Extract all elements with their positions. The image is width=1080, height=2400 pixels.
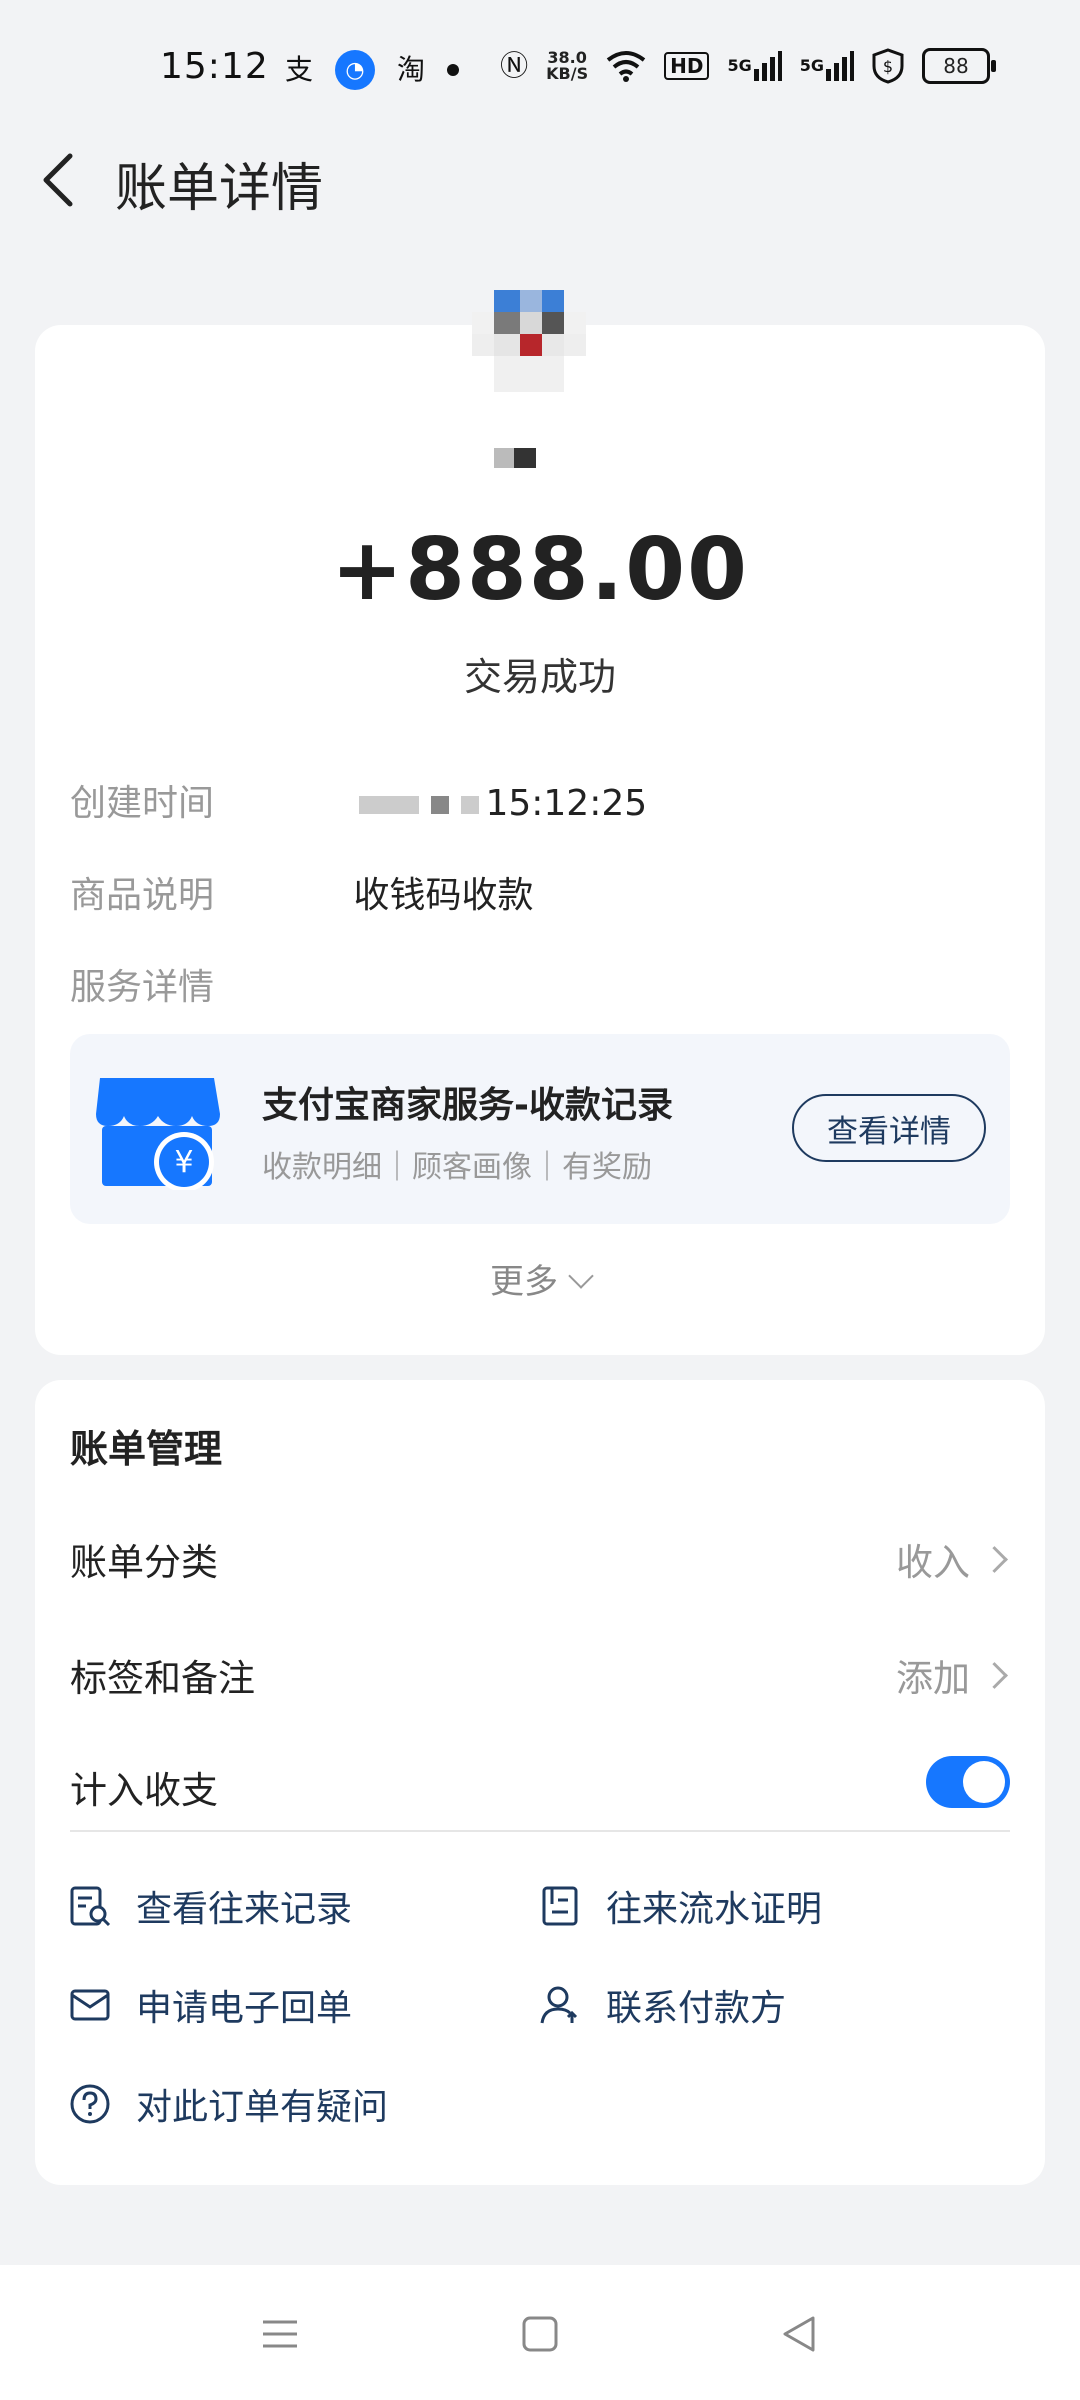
chevron-right-icon bbox=[981, 1662, 1008, 1689]
bill-management-title: 账单管理 bbox=[70, 1427, 223, 1471]
tags-notes-value: 添加 bbox=[896, 1657, 970, 1700]
svg-text:$: $ bbox=[883, 57, 893, 76]
created-time-label: 创建时间 bbox=[70, 783, 215, 824]
alipay-notification-icon: 支 bbox=[285, 53, 314, 86]
nfc-icon: Ⓝ bbox=[500, 49, 529, 82]
net-label-1: 5G bbox=[727, 56, 752, 75]
redacted-mask bbox=[461, 796, 480, 814]
order-question-link[interactable]: 对此订单有疑问 bbox=[68, 2074, 388, 2134]
speed-unit: KB/S bbox=[546, 64, 589, 83]
e-receipt-label: 申请电子回单 bbox=[136, 1988, 353, 2029]
bill-category-value: 收入 bbox=[896, 1541, 970, 1584]
bill-category-row[interactable]: 账单分类 收入 bbox=[70, 1520, 1010, 1590]
contact-user-icon bbox=[540, 1986, 578, 2024]
hd-icon: HD bbox=[664, 52, 710, 80]
security-shield-icon: $ bbox=[872, 48, 904, 84]
record-search-icon bbox=[70, 1886, 111, 1927]
count-in-budget-label: 计入收支 bbox=[70, 1769, 218, 1812]
page-title: 账单详情 bbox=[115, 159, 324, 219]
bill-category-label: 账单分类 bbox=[70, 1541, 218, 1584]
goods-desc-value: 收钱码收款 bbox=[353, 875, 534, 916]
app-notification-icon: ◔ bbox=[335, 50, 376, 90]
trade-status: 交易成功 bbox=[463, 655, 616, 699]
view-history-label: 查看往来记录 bbox=[136, 1889, 353, 1930]
menu-icon[interactable] bbox=[255, 2309, 305, 2359]
back-arrow-icon[interactable] bbox=[38, 150, 78, 210]
redacted-mask bbox=[431, 796, 450, 814]
envelope-icon bbox=[70, 1989, 110, 2021]
service-subtitle: 收款明细｜顾客画像｜有奖励 bbox=[262, 1150, 652, 1185]
created-time-visible: 15:12:25 bbox=[485, 783, 648, 824]
bill-amount: +888.00 bbox=[331, 520, 749, 620]
status-time: 15:12 bbox=[160, 46, 269, 87]
goods-desc-row: 商品说明 收钱码收款 bbox=[70, 866, 533, 918]
service-title: 支付宝商家服务-收款记录 bbox=[262, 1085, 673, 1126]
transaction-proof-label: 往来流水证明 bbox=[606, 1889, 823, 1930]
question-circle-icon bbox=[70, 2084, 110, 2124]
page-header: 账单详情 bbox=[0, 140, 1080, 220]
divider bbox=[70, 1830, 1010, 1832]
system-nav-bar bbox=[0, 2265, 1080, 2400]
home-square-icon[interactable] bbox=[515, 2309, 565, 2359]
network-speed: 38.0 KB/S bbox=[546, 50, 588, 82]
more-label: 更多 bbox=[490, 1262, 558, 1302]
view-history-link[interactable]: 查看往来记录 bbox=[68, 1876, 352, 1936]
more-toggle[interactable]: 更多 bbox=[0, 1254, 1080, 1303]
contact-payer-link[interactable]: 联系付款方 bbox=[538, 1975, 786, 2035]
merchant-avatar bbox=[460, 290, 610, 410]
chevron-down-icon bbox=[568, 1263, 594, 1289]
taobao-notification-icon: 淘 bbox=[397, 53, 426, 86]
document-icon bbox=[542, 1886, 578, 1926]
service-detail-label: 服务详情 bbox=[70, 967, 215, 1008]
notification-icons: 支 ◔ 淘 bbox=[285, 50, 460, 90]
battery-icon: 88 bbox=[922, 48, 996, 84]
system-icons: Ⓝ 38.0 KB/S HD 5G 5G $ 88 bbox=[500, 48, 996, 84]
back-triangle-icon[interactable] bbox=[775, 2309, 825, 2359]
goods-desc-label: 商品说明 bbox=[70, 875, 215, 916]
net-label-2: 5G bbox=[799, 56, 824, 75]
svg-text:¥: ¥ bbox=[174, 1145, 193, 1180]
merchant-shop-icon: ¥ bbox=[92, 1070, 222, 1192]
contact-payer-label: 联系付款方 bbox=[606, 1988, 787, 2029]
created-time-value: 15:12:25 bbox=[353, 783, 647, 824]
transaction-proof-link[interactable]: 往来流水证明 bbox=[538, 1876, 822, 1936]
tags-notes-row[interactable]: 标签和备注 添加 bbox=[70, 1636, 1010, 1706]
more-notifications-dot-icon bbox=[447, 64, 460, 76]
chevron-right-icon bbox=[981, 1546, 1008, 1573]
e-receipt-link[interactable]: 申请电子回单 bbox=[68, 1975, 352, 2035]
view-details-button[interactable]: 查看详情 bbox=[792, 1094, 986, 1162]
count-in-budget-row: 计入收支 bbox=[70, 1748, 1010, 1818]
tags-notes-label: 标签和备注 bbox=[70, 1657, 255, 1700]
signal-5g-icon-2: 5G bbox=[800, 51, 854, 81]
service-detail-row: 服务详情 bbox=[70, 958, 342, 1010]
created-time-row: 创建时间 15:12:25 bbox=[70, 774, 647, 826]
count-in-budget-toggle[interactable] bbox=[926, 1756, 1010, 1808]
merchant-service-card[interactable]: ¥ 支付宝商家服务-收款记录 收款明细｜顾客画像｜有奖励 查看详情 bbox=[70, 1034, 1010, 1224]
signal-5g-icon-1: 5G bbox=[727, 51, 782, 81]
merchant-name-masked bbox=[494, 448, 538, 470]
status-bar: 15:12 支 ◔ 淘 Ⓝ 38.0 KB/S HD 5G 5G $ 88 bbox=[0, 0, 1080, 140]
redacted-mask bbox=[359, 796, 420, 814]
order-question-label: 对此订单有疑问 bbox=[136, 2087, 389, 2128]
wifi-icon bbox=[606, 50, 646, 82]
